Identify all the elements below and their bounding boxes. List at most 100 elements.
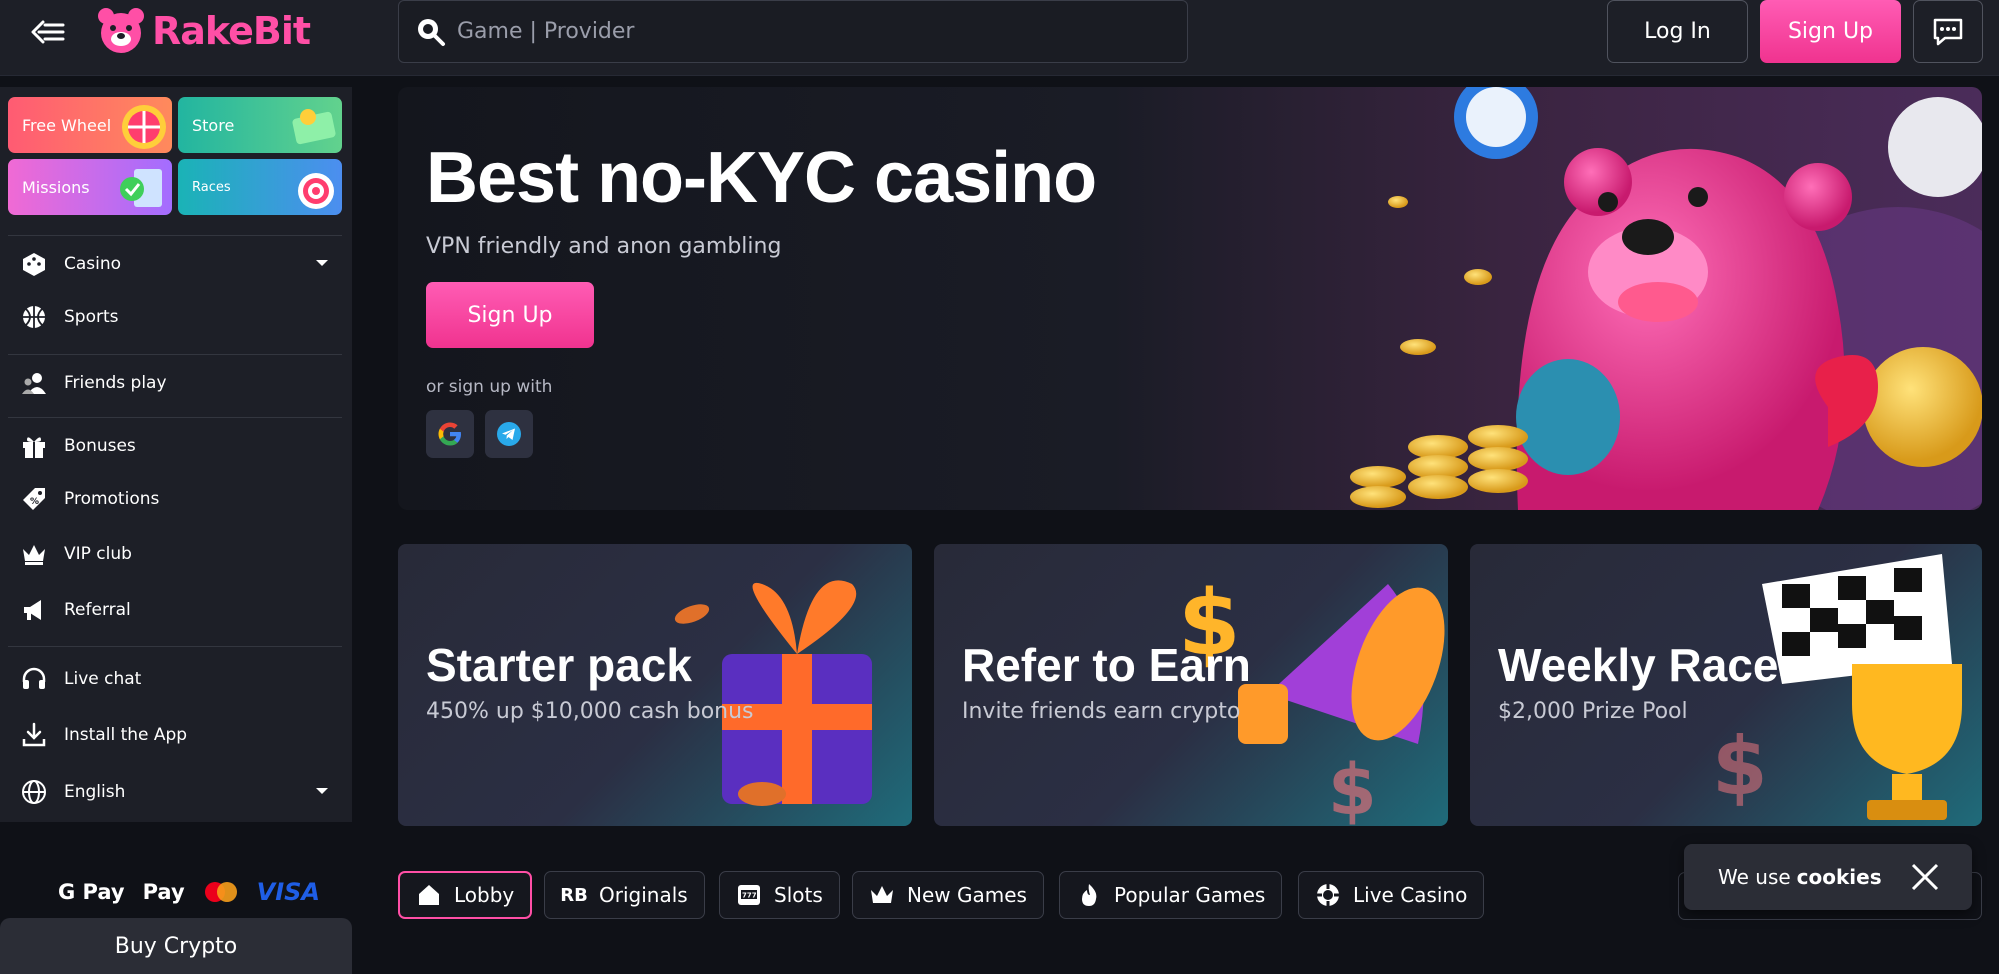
sidebar-item-casino[interactable]: Casino [20,247,336,281]
divider [8,235,342,236]
chevron-down-icon [316,788,328,794]
tile-missions[interactable]: Missions [8,159,172,215]
chip-icon [1315,882,1341,908]
search-icon [418,18,445,46]
tab-originals[interactable]: RB Originals [544,871,705,919]
checklist-icon [120,169,162,207]
promo-title: Refer to Earn [962,639,1251,691]
quick-tiles: Free Wheel Store Missions Races [8,97,342,217]
tab-new-games[interactable]: New Games [852,871,1044,919]
logo[interactable]: RakeBit [96,6,311,56]
social-signup-label: or sign up with [426,377,553,397]
tab-label: Originals [599,883,688,907]
svg-text:%: % [30,497,39,507]
sidebar-item-label: VIP club [64,544,132,564]
language-selector[interactable]: English [20,775,336,809]
cookie-bold-text: cookies [1796,865,1882,889]
promo-subtitle: 450% up $10,000 cash bonus [426,699,754,724]
promo-card-refer-to-earn[interactable]: $ $ Refer to Earn Invite friends earn cr… [934,544,1448,826]
target-icon [298,173,334,209]
crown-icon [869,882,895,908]
cookie-notice: We use cookies [1684,844,1972,910]
tab-popular-games[interactable]: Popular Games [1059,871,1283,919]
sidebar-item-label: Sports [64,307,119,327]
sidebar-item-live-chat[interactable]: Live chat [20,662,336,696]
hero-title: Best no-KYC casino [426,138,1097,218]
language-label: English [64,782,126,802]
search-bar[interactable] [398,0,1188,63]
divider [8,646,342,647]
sidebar-item-bonuses[interactable]: Bonuses [20,429,336,463]
sidebar-item-vip-club[interactable]: VIP club [20,537,336,571]
sidebar-item-sports[interactable]: Sports [20,300,336,334]
promo-card-weekly-races[interactable]: $ Weekly Races $2,000 Prize Pool [1470,544,1982,826]
search-input[interactable] [457,19,1157,44]
login-button[interactable]: Log In [1607,0,1748,63]
svg-text:$: $ [1712,720,1768,813]
tab-label: New Games [907,883,1027,907]
sidebar-item-label: Live chat [64,669,142,689]
close-icon[interactable] [1910,862,1940,892]
chevron-down-icon [316,260,328,266]
tab-lobby[interactable]: Lobby [398,871,533,919]
basketball-icon [20,303,48,331]
sidebar-item-promotions[interactable]: % Promotions [20,482,336,516]
promo-title: Starter pack [426,639,692,691]
tab-slots[interactable]: 777 Slots [719,871,840,919]
mastercard-logo [203,881,239,903]
sidebar-item-label: Bonuses [64,436,136,456]
telegram-icon [497,422,521,446]
tile-label: Missions [22,177,90,197]
promo-card-starter-pack[interactable]: Starter pack 450% up $10,000 cash bonus [398,544,912,826]
tile-free-wheel[interactable]: Free Wheel [8,97,172,153]
svg-text:777: 777 [742,892,757,900]
promo-subtitle: Invite friends earn crypto [962,699,1241,724]
signup-button[interactable]: Sign Up [1760,0,1901,63]
megaphone-icon [20,596,48,624]
payment-methods: G Pay Pay VISA [58,878,320,906]
google-pay-logo: G Pay [58,880,125,904]
sidebar-item-referral[interactable]: Referral [20,593,336,627]
google-signup-button[interactable] [426,410,474,458]
collapse-sidebar-button[interactable] [26,14,70,50]
sidebar-item-label: Promotions [64,489,160,509]
tile-races[interactable]: Races [178,159,342,215]
sidebar-item-friends-play[interactable]: Friends play [20,366,336,400]
sidebar-item-install-app[interactable]: Install the App [20,718,336,752]
hero-signup-button[interactable]: Sign Up [426,282,594,348]
cookie-text: We use [1718,865,1791,889]
tab-label: Live Casino [1353,883,1468,907]
buy-crypto-button[interactable]: Buy Crypto [0,918,352,974]
crown-icon [20,540,48,568]
promo-subtitle: $2,000 Prize Pool [1498,699,1688,724]
top-header: RakeBit Log In Sign Up [0,0,1999,76]
divider [8,354,342,355]
chat-bubble-icon [1933,18,1963,45]
tag-icon: % [20,485,48,513]
tab-live-casino[interactable]: Live Casino [1298,871,1485,919]
money-icon [292,109,336,145]
sidebar: Free Wheel Store Missions Races Casino S… [0,87,352,822]
promo-title: Weekly Races [1498,639,1805,691]
rb-icon: RB [560,884,588,906]
svg-text:$: $ [1328,749,1377,826]
divider [8,417,342,418]
hero-banner: Best no-KYC casino VPN friendly and anon… [398,87,1982,510]
sidebar-item-label: Casino [64,254,122,274]
sidebar-item-label: Referral [64,600,131,620]
hero-subtitle: VPN friendly and anon gambling [426,234,782,259]
chat-button[interactable] [1913,0,1983,63]
telegram-signup-button[interactable] [485,410,533,458]
bear-logo-icon [98,8,144,53]
home-icon [416,882,442,908]
google-icon [438,422,461,446]
globe-icon [20,778,48,806]
slot-machine-icon: 777 [736,882,762,908]
tile-store[interactable]: Store [178,97,342,153]
tile-label: Races [192,179,231,195]
dice-icon [20,250,48,278]
tile-label: Store [192,115,235,135]
tab-label: Popular Games [1114,883,1266,907]
gift-icon [20,432,48,460]
download-icon [20,721,48,749]
